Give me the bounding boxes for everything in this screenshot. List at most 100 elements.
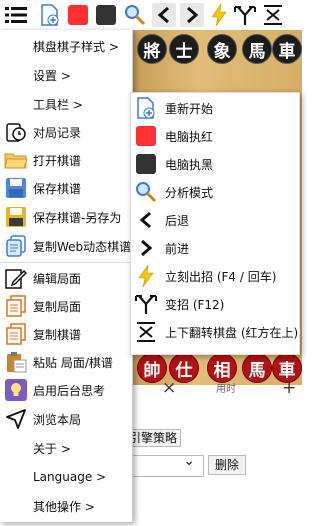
add-icon[interactable]: + [282, 378, 296, 398]
new-doc-icon [135, 97, 157, 119]
new-doc-icon[interactable] [38, 3, 62, 27]
lightning-icon [135, 265, 157, 287]
chevron-down-icon: ⌄ [183, 453, 195, 469]
submenu-item-label: 重新开始 [165, 101, 214, 116]
copy-record-icon [3, 322, 29, 346]
menu-item-open-record[interactable]: 打开棋谱 [0, 148, 132, 172]
menu-item-copy-position[interactable]: 复制局面 [0, 294, 132, 318]
menu-item-edit-position[interactable]: 编辑局面 [0, 266, 132, 290]
branch-icon [135, 293, 157, 315]
record-clock-icon [3, 120, 29, 144]
menu-item-label: 保存棋谱-另存为 [33, 210, 122, 225]
menu-item-label: 其他操作 > [33, 499, 95, 514]
forward-icon[interactable] [180, 3, 204, 27]
toolbar [0, 0, 302, 30]
board-piece-black[interactable]: 車 [272, 34, 302, 64]
board-piece-black[interactable]: 馬 [242, 34, 272, 64]
main-menu: 棋盘棋子样式 > 设置 > 工具栏 > 对局记录 打开棋谱 保存棋谱 保存棋谱-… [0, 30, 133, 522]
menu-item-label: 保存棋谱 [33, 181, 82, 196]
submenu-item-label: 后退 [165, 213, 190, 228]
submenu-item-label: 分析模式 [165, 185, 214, 200]
save-disk-icon [3, 176, 29, 200]
submenu-item-flip-board[interactable]: 上下翻转棋盘 (红方在上) [131, 320, 299, 344]
bulb-icon [3, 378, 29, 402]
menu-item-label: 关于 > [33, 441, 71, 456]
save-as-disk-icon [3, 205, 29, 229]
copy-position-icon [3, 294, 29, 318]
menu-item-save-record[interactable]: 保存棋谱 [0, 176, 132, 200]
menu-item-copy-web[interactable]: 复制Web动态棋谱 [0, 234, 132, 258]
submenu-item-label: 电脑执黑 [165, 157, 214, 172]
close-icon[interactable]: × [162, 378, 176, 398]
submenu-item-computer-black[interactable]: 电脑执黑 [131, 152, 299, 176]
engine-panel: × 用时 + 引擎策略 ⌄ 删除 [128, 378, 302, 526]
edit-icon [3, 266, 29, 290]
menu-item-background-thinking[interactable]: 启用后台思考 [0, 378, 132, 402]
submenu-item-computer-red[interactable]: 电脑执红 [131, 124, 299, 148]
menu-item-browse-game[interactable]: 浏览本局 [0, 407, 132, 431]
submenu-item-label: 立刻出招 (F4 / 回车) [165, 269, 277, 284]
red-square-icon [135, 125, 157, 147]
engine-strategy-button[interactable]: 引擎策略 [128, 429, 182, 447]
flip-icon[interactable] [261, 3, 285, 27]
menu-item-label: 粘贴 局面/棋谱 [33, 355, 113, 370]
submenu-item-variation[interactable]: 变招 (F12) [131, 292, 299, 316]
back-icon [135, 209, 157, 231]
black-square-icon[interactable] [94, 3, 118, 27]
paste-icon [3, 350, 29, 374]
menu-item-label: 打开棋谱 [33, 153, 82, 168]
menu-item-label: 设置 > [33, 68, 71, 83]
menu-item-label: Language > [33, 470, 107, 484]
forward-icon [135, 237, 157, 259]
board-piece-black[interactable]: 將 [137, 34, 167, 64]
menu-item-label: 工具栏 > [33, 97, 83, 112]
magnifier-icon [135, 181, 157, 203]
menu-icon[interactable] [4, 3, 28, 27]
menu-item-other[interactable]: 其他操作 > [0, 494, 132, 518]
menu-item-settings[interactable]: 设置 > [0, 63, 132, 87]
submenu-item-back[interactable]: 后退 [131, 208, 299, 232]
menu-item-paste[interactable]: 粘贴 局面/棋谱 [0, 350, 132, 374]
open-folder-icon [3, 148, 29, 172]
menu-item-label: 复制Web动态棋谱 [33, 239, 132, 254]
submenu-item-label: 前进 [165, 241, 190, 256]
menu-divider [0, 262, 132, 263]
menu-item-toolbar[interactable]: 工具栏 > [0, 92, 132, 116]
copy-web-icon [3, 234, 29, 258]
submenu-item-label: 电脑执红 [165, 129, 214, 144]
board-piece-red[interactable]: 馬 [242, 353, 272, 383]
submenu-item-analysis[interactable]: 分析模式 [131, 180, 299, 204]
menu-item-about[interactable]: 关于 > [0, 436, 132, 460]
delete-button[interactable]: 删除 [208, 455, 247, 475]
menu-item-copy-record[interactable]: 复制棋谱 [0, 322, 132, 346]
menu-item-game-record[interactable]: 对局记录 [0, 120, 132, 144]
menu-item-label: 复制局面 [33, 299, 82, 314]
magnifier-icon[interactable] [123, 3, 147, 27]
flip-icon [135, 321, 157, 343]
submenu-item-restart[interactable]: 重新开始 [131, 96, 299, 120]
menu-item-label: 编辑局面 [33, 271, 82, 286]
engine-select[interactable]: ⌄ [128, 453, 204, 477]
toolbar-submenu: 重新开始 电脑执红 电脑执黑 分析模式 后退 前进 立刻出招 (F4 / 回车)… [130, 92, 300, 355]
board-piece-black[interactable]: 士 [169, 34, 199, 64]
menu-item-label: 复制棋谱 [33, 327, 82, 342]
submenu-item-move-now[interactable]: 立刻出招 (F4 / 回车) [131, 264, 299, 288]
red-square-icon[interactable] [66, 3, 90, 27]
submenu-item-label: 变招 (F12) [165, 297, 225, 312]
menu-item-label: 浏览本局 [33, 412, 82, 427]
menu-item-label: 棋盘棋子样式 > [33, 39, 119, 54]
branch-icon[interactable] [233, 3, 257, 27]
board-piece-red[interactable]: 相 [207, 353, 237, 383]
submenu-item-forward[interactable]: 前进 [131, 236, 299, 260]
submenu-item-label: 上下翻转棋盘 (红方在上) [165, 325, 299, 340]
lightning-icon[interactable] [207, 3, 231, 27]
menu-item-board-style[interactable]: 棋盘棋子样式 > [0, 34, 132, 58]
menu-item-language[interactable]: Language > [0, 465, 132, 489]
menu-item-label: 启用后台思考 [33, 383, 106, 398]
back-icon[interactable] [152, 3, 176, 27]
navigate-icon [3, 407, 29, 431]
time-label: 用时 [216, 384, 236, 395]
menu-item-save-as[interactable]: 保存棋谱-另存为 [0, 205, 132, 229]
black-square-icon [135, 153, 157, 175]
board-piece-black[interactable]: 象 [207, 34, 237, 64]
